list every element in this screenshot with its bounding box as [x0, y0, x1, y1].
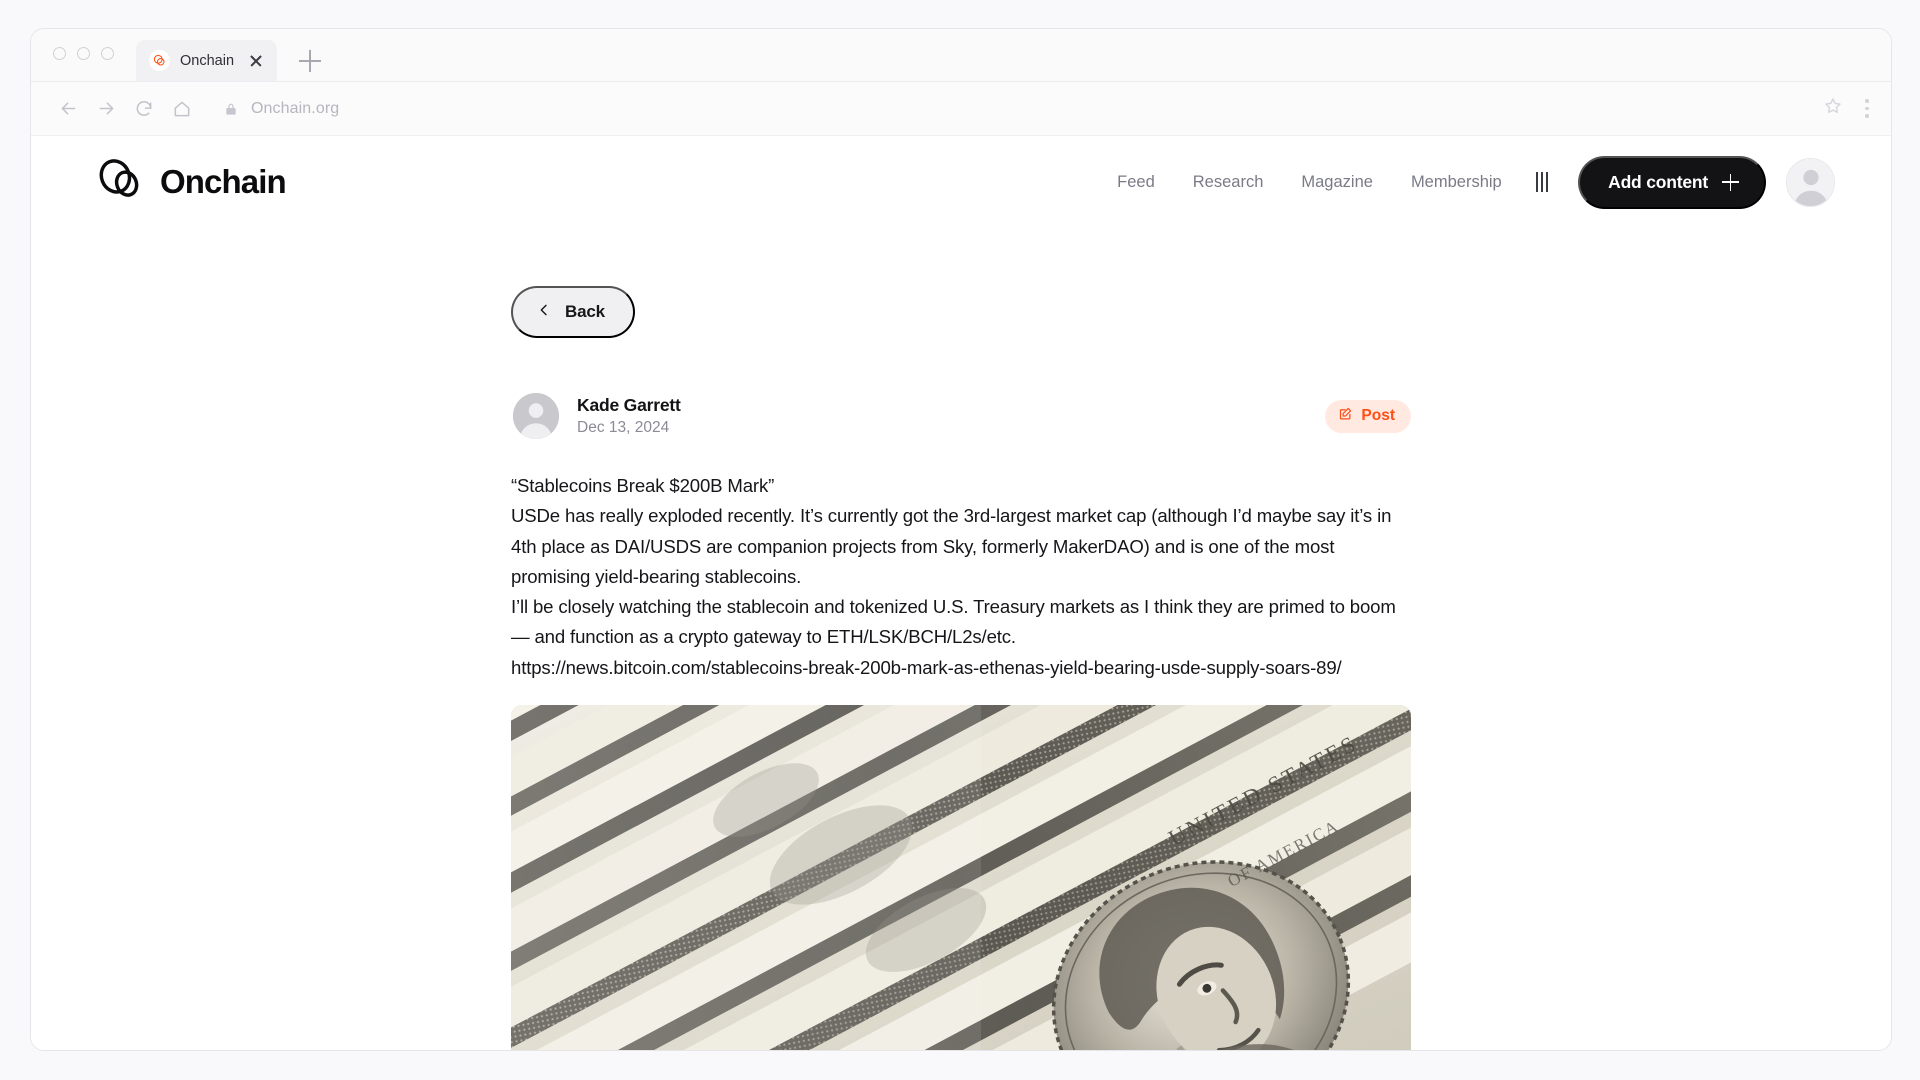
article-image: UNITED STATES OF AMERICA [511, 705, 1411, 1050]
window-minimize-button[interactable] [77, 47, 90, 60]
add-content-button[interactable]: Add content [1578, 155, 1766, 209]
arrow-left-icon[interactable] [49, 90, 87, 128]
chevron-left-icon [536, 302, 552, 323]
post-type-badge-label: Post [1361, 407, 1395, 424]
article-author-row: Kade Garrett Dec 13, 2024 Post [511, 393, 1411, 439]
window-controls [53, 29, 114, 81]
nav-item-feed[interactable]: Feed [1117, 173, 1155, 192]
brand-logo[interactable]: Onchain [97, 157, 287, 207]
onchain-knot-logo-icon [97, 157, 146, 207]
nav-item-membership[interactable]: Membership [1411, 173, 1502, 192]
home-icon[interactable] [163, 90, 201, 128]
address-bar-url[interactable]: Onchain.org [251, 100, 339, 118]
plus-icon [1722, 173, 1739, 191]
back-button[interactable]: Back [511, 286, 635, 338]
reload-icon[interactable] [125, 90, 163, 128]
add-content-label: Add content [1608, 171, 1708, 192]
article-date: Dec 13, 2024 [577, 419, 670, 436]
author-name: Kade Garrett [577, 395, 681, 415]
window-close-button[interactable] [53, 47, 66, 60]
edit-square-icon [1338, 406, 1353, 426]
window-maximize-button[interactable] [101, 47, 114, 60]
post-type-badge: Post [1325, 399, 1411, 433]
page-viewport: Onchain Feed Research Magazine Membershi… [31, 136, 1891, 1050]
main-navigation: Feed Research Magazine Membership [1117, 173, 1502, 192]
three-vertical-bars-icon[interactable] [1535, 172, 1549, 192]
nav-item-magazine[interactable]: Magazine [1301, 173, 1373, 192]
site-header: Onchain Feed Research Magazine Membershi… [31, 136, 1891, 228]
browser-tab-title: Onchain [180, 52, 235, 69]
star-icon[interactable] [1823, 96, 1843, 121]
hundred-dollar-bills-photo: UNITED STATES OF AMERICA [511, 705, 1411, 1050]
article-body-text: “Stablecoins Break $200B Mark” USDe has … [511, 475, 1396, 678]
browser-tab[interactable]: Onchain [136, 40, 278, 81]
nav-item-research[interactable]: Research [1193, 173, 1264, 192]
close-icon[interactable] [248, 53, 264, 69]
user-avatar-icon [1787, 158, 1834, 206]
lock-icon [223, 101, 239, 117]
new-tab-button[interactable] [299, 50, 322, 72]
brand-name: Onchain [160, 163, 287, 200]
onchain-logo-icon [149, 50, 170, 71]
browser-tab-strip: Onchain [31, 29, 1891, 82]
back-button-label: Back [565, 302, 605, 321]
browser-address-bar: Onchain.org [31, 82, 1891, 136]
browser-window: Onchain Onchain.org Onchain Feed Researc… [30, 28, 1892, 1051]
article-container: Back Kade Garrett Dec 13, 2024 Post “Sta… [511, 228, 1411, 1050]
kebab-menu-icon[interactable] [1865, 99, 1869, 118]
user-avatar-icon [513, 393, 559, 439]
profile-avatar[interactable] [1786, 157, 1835, 207]
author-avatar[interactable] [513, 393, 559, 439]
arrow-right-icon[interactable] [87, 90, 125, 128]
